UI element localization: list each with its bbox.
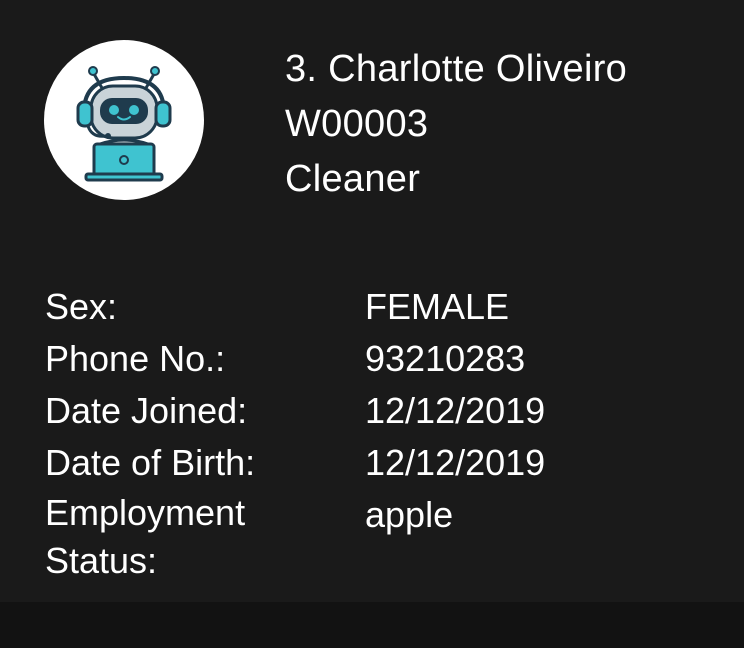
avatar <box>44 40 204 200</box>
detail-value: 12/12/2019 <box>365 442 546 483</box>
person-role: Cleaner <box>285 158 421 200</box>
person-card[interactable]: 3. Charlotte Oliveiro W00003 Cleaner Sex… <box>0 0 744 648</box>
detail-label: Sex: <box>45 286 118 327</box>
person-id: W00003 <box>285 103 429 145</box>
person-header: 3. Charlotte Oliveiro W00003 Cleaner <box>285 42 627 207</box>
person-name: 3. Charlotte Oliveiro <box>285 48 628 90</box>
detail-value: FEMALE <box>365 286 510 327</box>
detail-value: 93210283 <box>365 338 526 379</box>
detail-label: Date Joined: <box>45 390 248 431</box>
bottom-strip <box>0 602 744 648</box>
detail-value: apple <box>365 494 454 535</box>
details-list: Sex: FEMALE Phone No.: 93210283 Date Joi… <box>45 281 705 585</box>
detail-label: Phone No.: <box>45 338 226 379</box>
detail-row-phone: Phone No.: 93210283 <box>45 333 705 385</box>
detail-row-date-joined: Date Joined: 12/12/2019 <box>45 385 705 437</box>
detail-row-date-of-birth: Date of Birth: 12/12/2019 <box>45 437 705 489</box>
detail-row-employment-status: Employment Status: apple <box>45 489 705 585</box>
robot-headset-laptop-icon <box>76 66 172 182</box>
detail-row-sex: Sex: FEMALE <box>45 281 705 333</box>
detail-label: Employment Status: <box>45 492 246 581</box>
detail-label: Date of Birth: <box>45 442 256 483</box>
detail-value: 12/12/2019 <box>365 390 546 431</box>
